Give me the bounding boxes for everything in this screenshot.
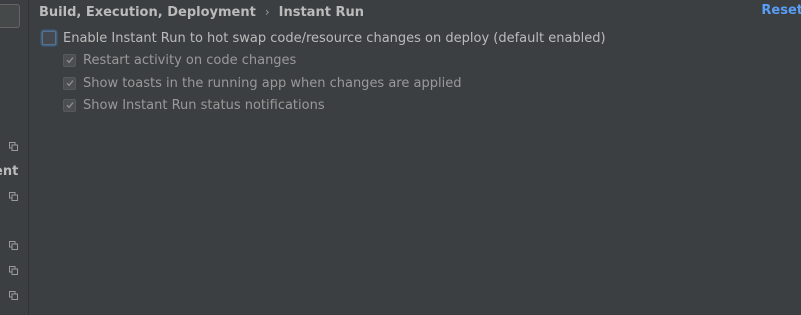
settings-tree-sidebar: ent	[0, 0, 29, 315]
breadcrumb: Build, Execution, Deployment › Instant R…	[39, 3, 364, 21]
copy-icon	[9, 266, 18, 275]
show-toasts-label: Show toasts in the running app when chan…	[83, 76, 462, 91]
show-toasts-checkbox[interactable]	[63, 77, 76, 90]
restart-activity-label: Restart activity on code changes	[83, 53, 297, 68]
status-notifications-option[interactable]: Show Instant Run status notifications	[63, 98, 325, 113]
checkmark-icon	[66, 80, 74, 87]
breadcrumb-parent: Build, Execution, Deployment	[39, 4, 256, 20]
checkmark-icon	[66, 57, 74, 64]
restart-activity-checkbox[interactable]	[63, 54, 76, 67]
breadcrumb-current: Instant Run	[278, 4, 364, 20]
checkmark-icon	[66, 102, 74, 109]
copy-icon	[9, 142, 18, 151]
breadcrumb-separator: ›	[264, 5, 270, 19]
show-toasts-option[interactable]: Show toasts in the running app when chan…	[63, 76, 461, 91]
sidebar-item-label-partial[interactable]: ent	[0, 164, 18, 179]
copy-icon	[9, 291, 18, 300]
enable-instant-run-checkbox[interactable]	[42, 31, 56, 45]
copy-icon	[9, 192, 18, 201]
enable-instant-run-label: Enable Instant Run to hot swap code/reso…	[63, 30, 606, 46]
status-notifications-checkbox[interactable]	[63, 99, 76, 112]
copy-icon	[9, 241, 18, 250]
reset-link[interactable]: Reset	[761, 3, 801, 18]
restart-activity-option[interactable]: Restart activity on code changes	[63, 53, 296, 68]
settings-search-input[interactable]	[0, 4, 20, 28]
settings-content-panel: Build, Execution, Deployment › Instant R…	[29, 0, 801, 315]
enable-instant-run-option[interactable]: Enable Instant Run to hot swap code/reso…	[42, 30, 606, 46]
status-notifications-label: Show Instant Run status notifications	[83, 98, 325, 113]
